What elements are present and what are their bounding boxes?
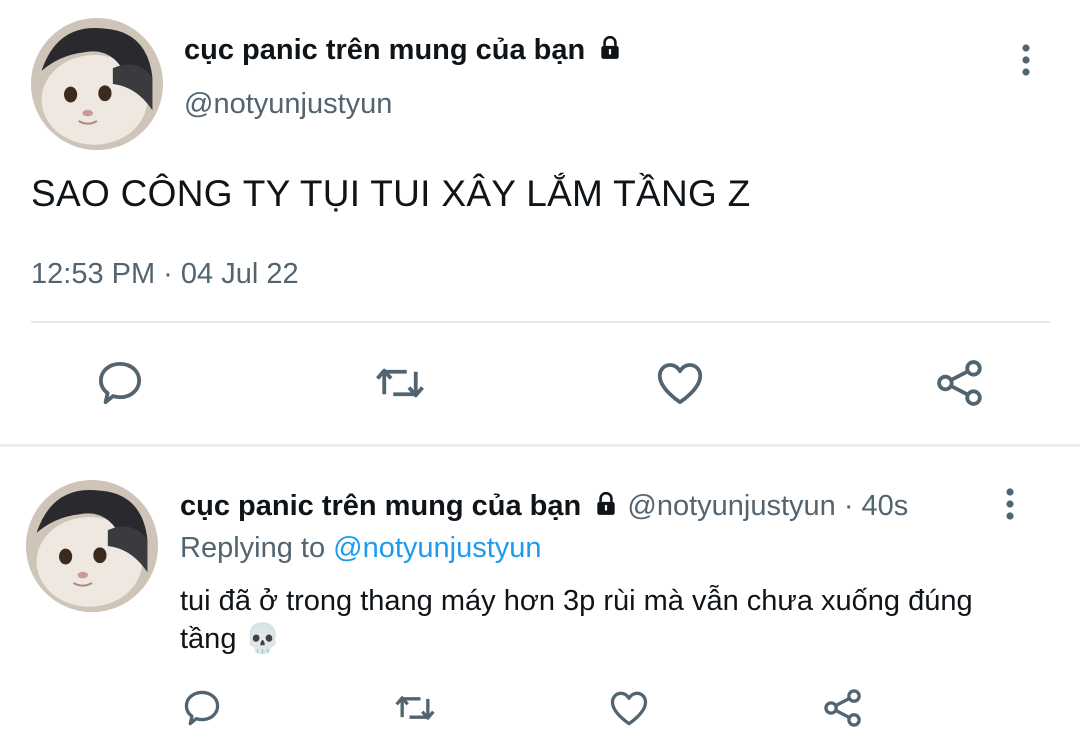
avatar[interactable] xyxy=(26,480,158,612)
cat-avatar-image xyxy=(26,480,158,612)
more-vertical-icon[interactable] xyxy=(990,484,1030,524)
avatar[interactable] xyxy=(31,18,163,150)
divider xyxy=(31,321,1050,323)
like-icon[interactable] xyxy=(607,686,651,730)
mention-link[interactable]: @notyunjustyun xyxy=(333,532,541,564)
cat-avatar-image xyxy=(31,18,163,150)
reply-header: cục panic trên mung của bạn @notyunjusty… xyxy=(180,488,908,526)
reply-icon[interactable] xyxy=(93,356,147,410)
replying-to-label: Replying to xyxy=(180,532,326,564)
retweet-icon[interactable] xyxy=(373,356,427,410)
display-name-text: cục panic trên mung của bạn xyxy=(184,34,586,66)
handle-and-time[interactable]: @notyunjustyun · 40s xyxy=(627,490,908,522)
display-name[interactable]: cục panic trên mung của bạn xyxy=(180,490,581,522)
share-icon[interactable] xyxy=(933,356,987,410)
retweet-icon[interactable] xyxy=(393,686,437,730)
like-icon[interactable] xyxy=(653,356,707,410)
tweet-text: SAO CÔNG TY TỤI TUI XÂY LẮM TẦNG Z xyxy=(31,173,751,214)
tweet-timestamp[interactable]: 12:53 PM · 04 Jul 22 xyxy=(31,254,299,294)
more-vertical-icon[interactable] xyxy=(1006,40,1046,80)
replying-to: Replying to @notyunjustyun xyxy=(180,530,542,566)
tweet-thread-page: cục panic trên mung của bạn @notyunjusty… xyxy=(0,0,1080,744)
user-handle[interactable]: @notyunjustyun xyxy=(184,86,392,122)
share-icon[interactable] xyxy=(821,686,865,730)
display-name[interactable]: cục panic trên mung của bạn xyxy=(184,32,623,70)
thread-divider xyxy=(0,444,1080,447)
reply-text: tui đã ở trong thang máy hơn 3p rùi mà v… xyxy=(180,585,973,655)
lock-icon xyxy=(593,490,619,526)
reply-icon[interactable] xyxy=(180,686,224,730)
lock-icon xyxy=(597,34,623,70)
